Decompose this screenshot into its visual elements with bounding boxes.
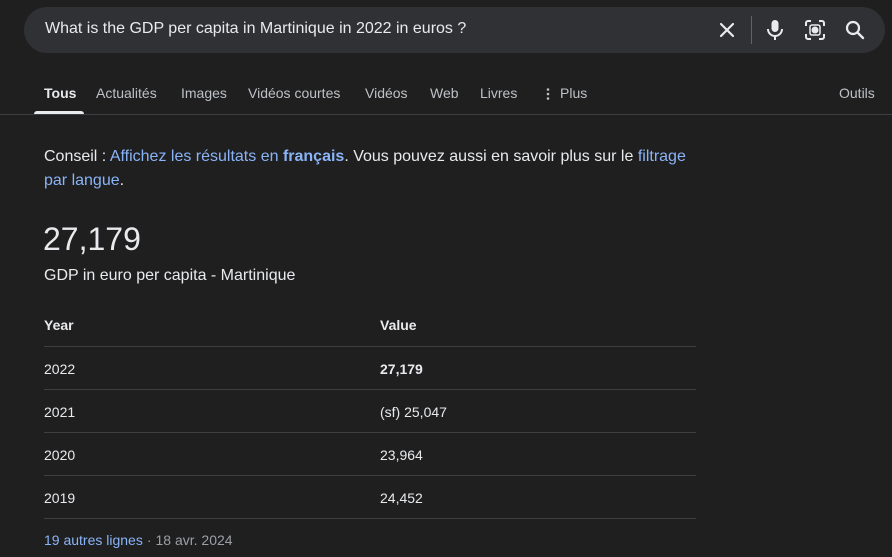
table-footer: 19 autres lignes · 18 avr. 2024 [44,532,233,548]
year-cell: 2022 [44,361,76,377]
table-row: 2022 27,179 [44,347,696,390]
tab-web[interactable]: Web [430,85,459,101]
show-french-results-link[interactable]: Affichez les résultats en français [110,148,345,165]
value-cell: (sf) 25,047 [380,404,447,420]
year-cell: 2020 [44,447,76,463]
year-cell: 2021 [44,404,76,420]
column-header-value: Value [380,317,417,333]
search-icon[interactable] [843,18,867,42]
source-date: 18 avr. 2024 [155,532,233,548]
more-rows-link[interactable]: 19 autres lignes [44,532,143,548]
search-input[interactable]: What is the GDP per capita in Martinique… [45,20,466,38]
answer-subtitle: GDP in euro per capita - Martinique [44,267,296,284]
year-cell: 2019 [44,490,76,506]
tab-videos-courtes[interactable]: Vidéos courtes [248,85,340,101]
tools-button[interactable]: Outils [839,85,875,101]
table-row: 2021 (sf) 25,047 [44,390,696,433]
tip-middle: . Vous pouvez aussi en savoir plus sur l… [344,148,638,165]
value-cell: 23,964 [380,447,423,463]
footer-separator: · [146,532,152,548]
table-row: 2020 23,964 [44,433,696,476]
search-bar[interactable]: What is the GDP per capita in Martinique… [24,7,885,53]
value-cell: 27,179 [380,361,423,377]
more-vert-icon[interactable] [546,88,550,100]
microphone-icon[interactable] [763,18,787,42]
value-cell: 24,452 [380,490,423,506]
table-row: 2019 24,452 [44,476,696,519]
data-table: Year Value 2022 27,179 2021 (sf) 25,047 … [44,304,696,519]
tab-livres[interactable]: Livres [480,85,517,101]
tip-prefix: Conseil : [44,148,110,165]
tab-images[interactable]: Images [181,85,227,101]
tip-link-text: Affichez les résultats en [109,148,283,165]
language-tip: Conseil : Affichez les résultats en fran… [44,145,704,193]
answer-value: 27,179 [43,221,141,257]
tip-link-language: français [282,148,345,165]
table-header: Year Value [44,304,696,347]
tip-suffix: . [119,172,125,189]
active-tab-indicator [34,111,84,114]
lens-icon[interactable] [803,18,827,42]
tab-videos[interactable]: Vidéos [365,85,408,101]
close-icon[interactable] [715,18,739,42]
tab-tous[interactable]: Tous [44,85,76,101]
tab-plus[interactable]: Plus [560,85,587,101]
search-tabs: Tous Actualités Images Vidéos courtes Vi… [0,72,892,115]
column-header-year: Year [44,317,74,333]
tab-actualites[interactable]: Actualités [96,85,157,101]
search-divider [751,16,752,44]
